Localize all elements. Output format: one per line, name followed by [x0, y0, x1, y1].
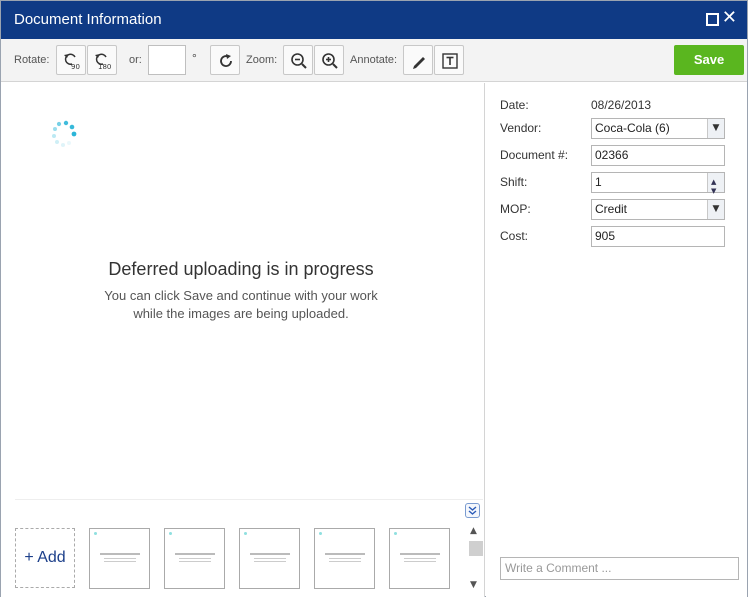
page-thumbnail[interactable]: [89, 528, 150, 589]
stepper-arrows[interactable]: ▲ ▼: [707, 173, 724, 195]
zoom-out-icon: [291, 53, 307, 69]
document-details-form: Date: 08/26/2013 Vendor: Coca-Cola (6) ▼…: [486, 83, 747, 597]
annotate-label: Annotate:: [350, 54, 398, 66]
upload-status-message: You can click Save and continue with you…: [1, 287, 481, 323]
or-label: or:: [129, 54, 142, 66]
add-page-button[interactable]: + Add: [15, 528, 75, 588]
date-value: 08/26/2013: [591, 98, 652, 112]
upload-status-title: Deferred uploading is in progress: [108, 259, 374, 279]
loading-spinner-icon: [52, 120, 77, 147]
rotate-90-button[interactable]: 90: [56, 45, 86, 75]
scrollbar-thumb[interactable]: [469, 541, 483, 556]
vendor-value: Coca-Cola (6): [595, 121, 670, 135]
collapse-thumbnails-icon[interactable]: [465, 503, 480, 518]
rotate-degrees-input[interactable]: [148, 45, 186, 75]
pencil-icon: [413, 57, 425, 69]
save-button[interactable]: Save: [674, 45, 744, 75]
cost-label: Cost:: [500, 229, 529, 243]
rotate-label: Rotate:: [14, 54, 50, 66]
chevron-down-icon[interactable]: ▼: [707, 119, 724, 138]
rotate-180-button[interactable]: 180: [87, 45, 117, 75]
annotate-text-button[interactable]: [434, 45, 464, 75]
maximize-icon[interactable]: [706, 13, 719, 26]
comment-input[interactable]: Write a Comment ...: [500, 557, 739, 580]
text-box-icon: [442, 53, 458, 69]
page-thumbnail[interactable]: [239, 528, 300, 589]
zoom-in-icon: [322, 53, 338, 69]
rotate-180-sublabel: 180: [98, 63, 112, 71]
dialog-title: Document Information: [14, 11, 162, 28]
annotate-pen-button[interactable]: [403, 45, 433, 75]
document-number-field[interactable]: 02366: [591, 145, 725, 166]
mop-select[interactable]: Credit ▼: [591, 199, 725, 220]
document-number-label: Document #:: [500, 148, 569, 162]
page-thumbnail[interactable]: [389, 528, 450, 589]
upload-status-line1: You can click Save and continue with you…: [104, 288, 378, 303]
document-viewer: Deferred uploading is in progress You ca…: [1, 83, 485, 597]
close-icon[interactable]: ✕: [722, 8, 737, 28]
scroll-down-icon[interactable]: ▼: [470, 580, 477, 590]
page-thumbnail[interactable]: [164, 528, 225, 589]
zoom-label: Zoom:: [246, 54, 278, 66]
thumbnail-divider: [15, 499, 483, 500]
rotate-right-icon: [220, 54, 232, 67]
mop-label: MOP:: [500, 202, 531, 216]
date-label: Date:: [500, 98, 529, 112]
upload-status-line2: while the images are being uploaded.: [133, 306, 349, 321]
thumbnail-scrollbar[interactable]: ▲ ▼: [468, 526, 484, 594]
rotate-apply-button[interactable]: [210, 45, 240, 75]
shift-label: Shift:: [500, 175, 528, 189]
page-thumbnail[interactable]: [314, 528, 375, 589]
title-bar: Document Information ✕: [1, 1, 747, 39]
shift-value: 1: [595, 175, 602, 189]
scroll-up-icon[interactable]: ▲: [470, 526, 477, 536]
shift-stepper[interactable]: 1 ▲ ▼: [591, 172, 725, 195]
toolbar: Rotate: 90 180 or: ° Zoom: Annotate: Sav…: [1, 39, 747, 82]
zoom-out-button[interactable]: [283, 45, 313, 75]
cost-field[interactable]: 905: [591, 226, 725, 247]
vendor-select[interactable]: Coca-Cola (6) ▼: [591, 118, 725, 139]
rotate-90-sublabel: 90: [71, 63, 80, 71]
mop-value: Credit: [595, 202, 628, 216]
vendor-label: Vendor:: [500, 121, 542, 135]
document-information-dialog: Document Information ✕ Rotate: 90 180 or…: [0, 0, 748, 597]
zoom-in-button[interactable]: [314, 45, 344, 75]
degree-symbol: °: [192, 51, 197, 65]
chevron-down-icon[interactable]: ▼: [707, 200, 724, 219]
